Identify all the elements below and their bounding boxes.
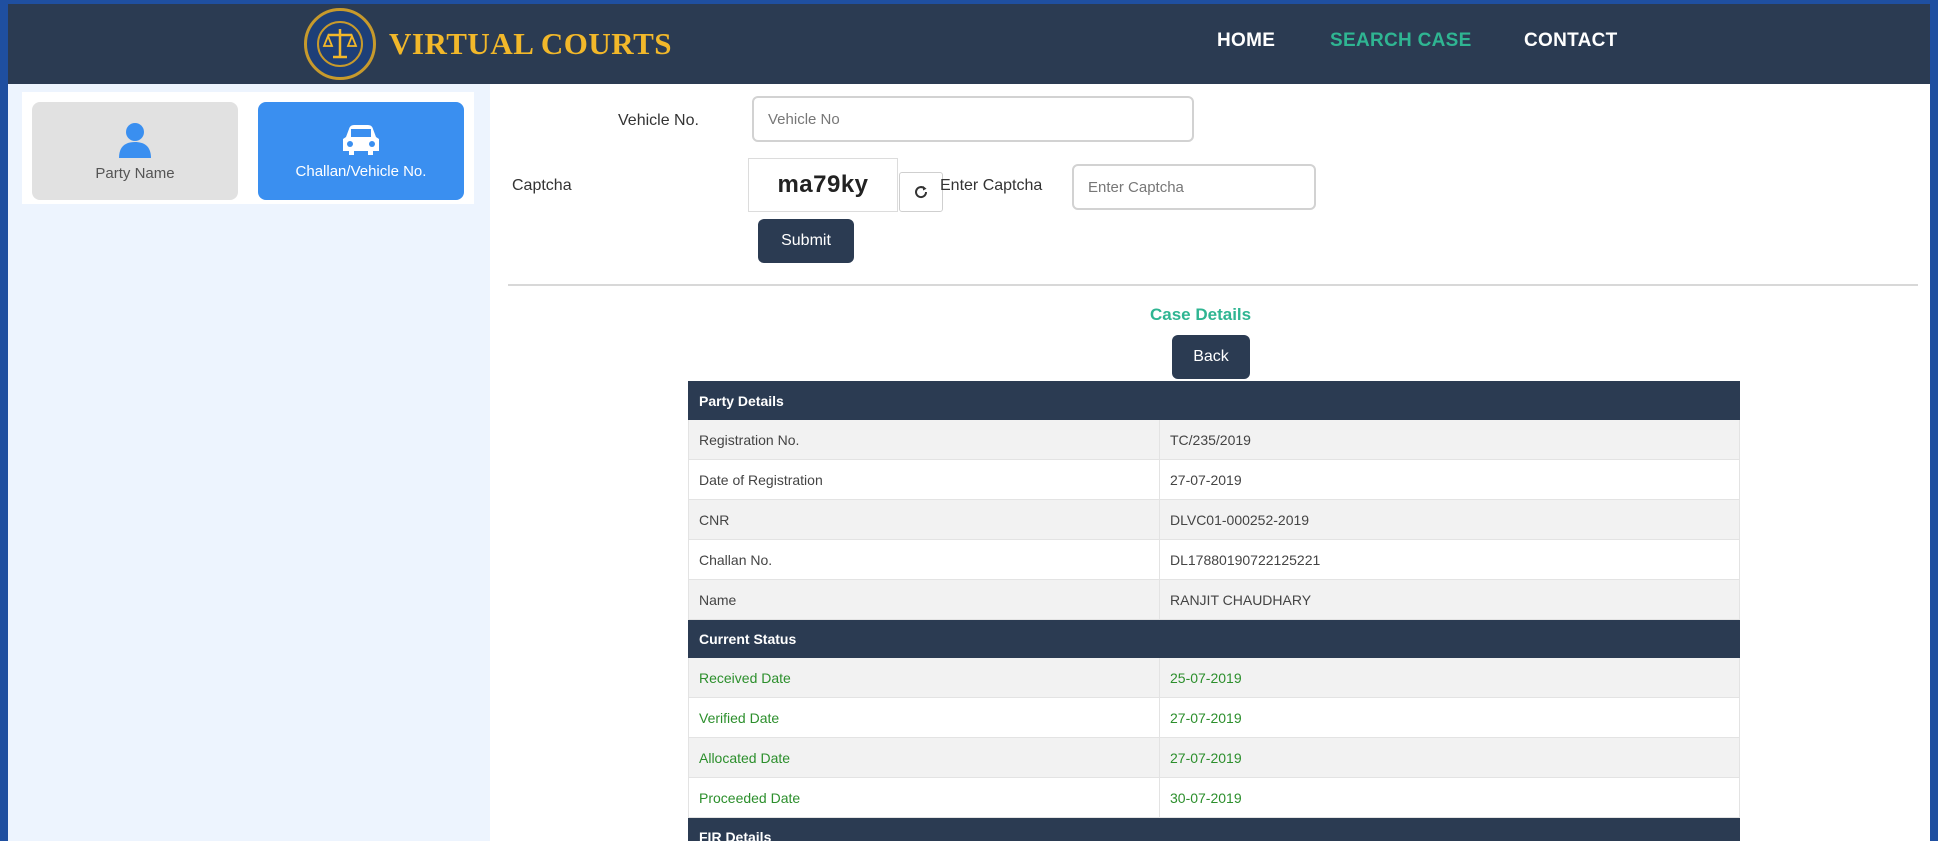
table-section-header: Party Details [688,381,1740,420]
row-label: Registration No. [688,419,1160,460]
tab-party-name-label: Party Name [95,164,175,182]
row-value: RANJIT CHAUDHARY [1159,579,1740,620]
refresh-icon [915,186,928,199]
row-value: DLVC01-000252-2019 [1159,499,1740,540]
row-label: Proceeded Date [688,777,1160,818]
nav-search-case[interactable]: SEARCH CASE [1330,30,1472,52]
enter-captcha-label: Enter Captcha [940,177,1043,194]
table-row: Name RANJIT CHAUDHARY [688,579,1740,620]
row-label: Challan No. [688,539,1160,580]
case-details-title: Case Details [1150,305,1252,324]
table-row: Allocated Date 27-07-2019 [688,737,1740,778]
submit-button[interactable]: Submit [758,219,854,263]
row-label: Received Date [688,657,1160,698]
tab-challan-vehicle-label: Challan/Vehicle No. [295,162,427,180]
refresh-captcha-button[interactable] [899,172,943,212]
row-value: DL17880190722125221 [1159,539,1740,580]
search-type-tabs: Party Name Challan/Vehicle No. [22,92,474,204]
captcha-image: ma79ky [748,158,898,212]
fir-details-header: FIR Details [688,817,1740,841]
table-row: CNR DLVC01-000252-2019 [688,499,1740,540]
app-window: VIRTUAL COURTS HOME SEARCH CASE CONTACT … [8,4,1930,841]
user-icon [119,122,151,158]
car-icon [343,124,379,155]
row-value: 25-07-2019 [1159,657,1740,698]
row-value: 27-07-2019 [1159,737,1740,778]
tab-challan-vehicle[interactable]: Challan/Vehicle No. [258,102,464,200]
back-button[interactable]: Back [1172,335,1250,379]
row-value: 30-07-2019 [1159,777,1740,818]
row-value: 27-07-2019 [1159,459,1740,500]
table-row: Registration No. TC/235/2019 [688,419,1740,460]
court-emblem-logo [304,8,376,80]
nav-home[interactable]: HOME [1217,30,1275,52]
table-section-header: FIR Details [688,817,1740,841]
table-row: Received Date 25-07-2019 [688,657,1740,698]
nav-contact[interactable]: CONTACT [1524,30,1618,52]
sidebar: Party Name Challan/Vehicle No. [8,84,490,841]
table-row: Verified Date 27-07-2019 [688,697,1740,738]
row-label: CNR [688,499,1160,540]
row-label: Allocated Date [688,737,1160,778]
row-value: 27-07-2019 [1159,697,1740,738]
top-navbar: VIRTUAL COURTS HOME SEARCH CASE CONTACT [8,4,1930,84]
tab-party-name[interactable]: Party Name [32,102,238,200]
row-label: Name [688,579,1160,620]
captcha-input[interactable] [1072,164,1316,210]
row-label: Verified Date [688,697,1160,738]
table-row: Proceeded Date 30-07-2019 [688,777,1740,818]
vehicle-no-input[interactable] [752,96,1194,142]
table-section-header: Current Status [688,619,1740,658]
party-details-header: Party Details [688,381,1740,420]
row-label: Date of Registration [688,459,1160,500]
captcha-label: Captcha [512,177,572,194]
row-value: TC/235/2019 [1159,419,1740,460]
table-row: Date of Registration 27-07-2019 [688,459,1740,500]
table-row: Challan No. DL17880190722125221 [688,539,1740,580]
case-details-table: Party Details Registration No. TC/235/20… [688,381,1740,841]
scales-of-justice-icon [317,21,363,67]
section-divider [508,284,1918,286]
vehicle-no-label: Vehicle No. [618,112,699,129]
current-status-header: Current Status [688,619,1740,658]
brand-title: VIRTUAL COURTS [389,26,673,61]
